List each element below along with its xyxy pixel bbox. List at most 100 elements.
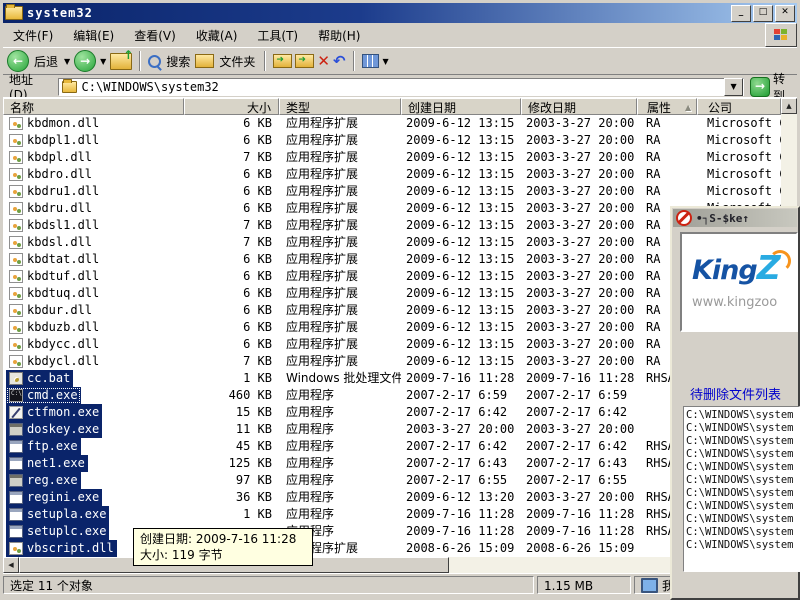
selected-file-item[interactable]: cc.bat [6,370,73,387]
delete-list-item[interactable]: C:\WINDOWS\system [686,526,799,539]
selected-file-item[interactable]: regini.exe [6,489,102,506]
file-item[interactable]: kbdtuq.dll [6,285,102,302]
file-item[interactable]: kbdycl.dll [6,353,102,370]
file-name-cell[interactable]: regini.exe [3,489,184,506]
table-row[interactable]: ctfmon.exe15 KB应用程序2007-2-17 6:422007-2-… [3,404,781,421]
file-name-cell[interactable]: cmd.exe [3,387,184,404]
table-row[interactable]: kbdsl1.dll7 KB应用程序扩展2009-6-12 13:152003-… [3,217,781,234]
file-item[interactable]: kbdsl1.dll [6,217,102,234]
selected-file-item[interactable]: reg.exe [6,472,81,489]
table-row[interactable]: kbdycl.dll7 KB应用程序扩展2009-6-12 13:152003-… [3,353,781,370]
forward-icon[interactable]: → [74,50,96,72]
file-item[interactable]: kbdru1.dll [6,183,102,200]
table-row[interactable]: kbdpl1.dll6 KB应用程序扩展2009-6-12 13:152003-… [3,132,781,149]
column-header-company[interactable]: 公司 [697,98,781,115]
file-name-cell[interactable]: kbdro.dll [3,166,184,183]
delete-list-item[interactable]: C:\WINDOWS\system [686,474,799,487]
file-name-cell[interactable]: kbduzb.dll [3,319,184,336]
table-row[interactable]: vbscript.dll应用程序扩展2008-6-26 15:092008-6-… [3,540,781,557]
delete-list-item[interactable]: C:\WINDOWS\system [686,435,799,448]
selected-file-item[interactable]: ctfmon.exe [6,404,102,421]
file-name-cell[interactable]: ftp.exe [3,438,184,455]
table-row[interactable]: kbdtuq.dll6 KB应用程序扩展2009-6-12 13:152003-… [3,285,781,302]
menu-file[interactable]: 文件(F) [3,24,63,47]
file-name-cell[interactable]: kbdru.dll [3,200,184,217]
table-row[interactable]: cmd.exe460 KB应用程序2007-2-17 6:592007-2-17… [3,387,781,404]
file-name-cell[interactable]: kbdycc.dll [3,336,184,353]
table-row[interactable]: ftp.exe45 KB应用程序2007-2-17 6:422007-2-17 … [3,438,781,455]
file-name-cell[interactable]: kbdpl.dll [3,149,184,166]
file-name-cell[interactable]: kbdsl1.dll [3,217,184,234]
forward-dropdown-icon[interactable]: ▼ [100,57,106,66]
table-row[interactable]: cc.bat1 KBWindows 批处理文件2009-7-16 11:2820… [3,370,781,387]
delete-list-item[interactable]: C:\WINDOWS\system [686,422,799,435]
table-row[interactable]: net1.exe125 KB应用程序2007-2-17 6:432007-2-1… [3,455,781,472]
selected-file-item[interactable]: vbscript.dll [6,540,117,557]
menu-favorites[interactable]: 收藏(A) [186,24,248,47]
up-folder-icon[interactable] [110,53,132,70]
file-name-cell[interactable]: kbdur.dll [3,302,184,319]
file-item[interactable]: kbdru.dll [6,200,95,217]
table-row[interactable]: kbdycc.dll6 KB应用程序扩展2009-6-12 13:152003-… [3,336,781,353]
table-row[interactable]: kbdtuf.dll6 KB应用程序扩展2009-6-12 13:152003-… [3,268,781,285]
address-dropdown-icon[interactable]: ▼ [724,78,743,96]
close-button[interactable]: ✕ [775,5,795,22]
views-dropdown-icon[interactable]: ▼ [383,57,389,66]
selected-file-item[interactable]: doskey.exe [6,421,102,438]
folders-button-label[interactable]: 文件夹 [219,53,255,70]
delete-list-item[interactable]: C:\WINDOWS\system [686,539,799,552]
delete-list-item[interactable]: C:\WINDOWS\system [686,513,799,526]
back-dropdown-icon[interactable]: ▼ [64,57,70,66]
file-item[interactable]: kbdpl.dll [6,149,95,166]
table-row[interactable]: regini.exe36 KB应用程序2009-6-12 13:202003-3… [3,489,781,506]
menu-edit[interactable]: 编辑(E) [63,24,124,47]
table-row[interactable]: setupla.exe1 KB应用程序2009-7-16 11:282009-7… [3,506,781,523]
title-bar[interactable]: system32 _ □ ✕ [3,3,797,23]
file-item[interactable]: kbdpl1.dll [6,132,102,149]
table-row[interactable]: kbdtat.dll6 KB应用程序扩展2009-6-12 13:152003-… [3,251,781,268]
file-name-cell[interactable]: kbdpl1.dll [3,132,184,149]
table-row[interactable]: kbdur.dll6 KB应用程序扩展2009-6-12 13:152003-3… [3,302,781,319]
back-button-label[interactable]: 后退 [34,53,58,70]
move-to-icon[interactable] [273,54,292,68]
delete-list-item[interactable]: C:\WINDOWS\system [686,487,799,500]
file-item[interactable]: kbduzb.dll [6,319,102,336]
file-name-cell[interactable]: kbdtuf.dll [3,268,184,285]
delete-list-item[interactable]: C:\WINDOWS\system [686,448,799,461]
file-name-cell[interactable]: kbdtat.dll [3,251,184,268]
views-icon[interactable] [362,54,379,68]
table-row[interactable]: doskey.exe11 KB应用程序2003-3-27 20:002003-3… [3,421,781,438]
table-row[interactable]: kbdru.dll6 KB应用程序扩展2009-6-12 13:152003-3… [3,200,781,217]
table-row[interactable]: kbdru1.dll6 KB应用程序扩展2009-6-12 13:152003-… [3,183,781,200]
scroll-left-icon[interactable]: ◀ [3,557,19,573]
file-name-cell[interactable]: doskey.exe [3,421,184,438]
column-header-created[interactable]: 创建日期 [401,98,521,115]
file-item[interactable]: kbdycc.dll [6,336,102,353]
selected-file-item[interactable]: net1.exe [6,455,88,472]
table-row[interactable]: kbdro.dll6 KB应用程序扩展2009-6-12 13:152003-3… [3,166,781,183]
delete-list[interactable]: C:\WINDOWS\systemC:\WINDOWS\systemC:\WIN… [683,406,800,572]
folders-icon[interactable] [195,54,214,68]
copy-to-icon[interactable] [295,54,314,68]
overlay-title-bar[interactable]: •┐S-$ke↑ [673,209,797,227]
column-header-type[interactable]: 类型 [279,98,401,115]
column-header-size[interactable]: 大小 [184,98,279,115]
maximize-button[interactable]: □ [753,5,773,22]
file-name-cell[interactable]: kbdru1.dll [3,183,184,200]
search-button-label[interactable]: 搜索 [166,53,190,70]
delete-list-item[interactable]: C:\WINDOWS\system [686,461,799,474]
file-name-cell[interactable]: cc.bat [3,370,184,387]
horizontal-scrollbar[interactable]: ◀ ▶ [3,557,781,573]
file-item[interactable]: kbdtat.dll [6,251,102,268]
file-item[interactable]: kbdmon.dll [6,115,102,132]
file-name-cell[interactable]: kbdycl.dll [3,353,184,370]
delete-list-item[interactable]: C:\WINDOWS\system [686,500,799,513]
selected-file-item[interactable]: ftp.exe [6,438,81,455]
file-item[interactable]: kbdro.dll [6,166,95,183]
column-header-modified[interactable]: 修改日期 [521,98,637,115]
minimize-button[interactable]: _ [731,5,751,22]
menu-help[interactable]: 帮助(H) [308,24,370,47]
file-item[interactable]: kbdtuf.dll [6,268,102,285]
file-item[interactable]: kbdur.dll [6,302,95,319]
table-row[interactable]: kbdmon.dll6 KB应用程序扩展2009-6-12 13:152003-… [3,115,781,132]
